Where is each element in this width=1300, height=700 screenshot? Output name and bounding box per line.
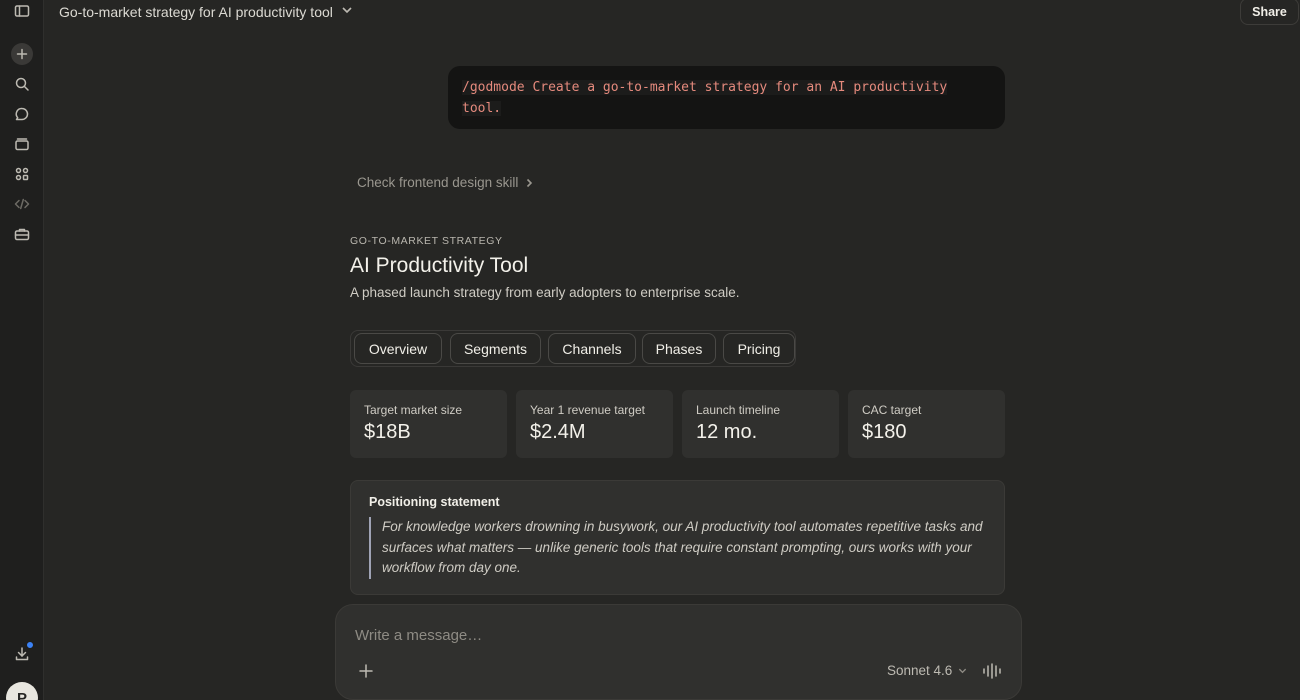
voice-input-button[interactable]	[982, 662, 1002, 680]
chevron-down-icon	[341, 3, 353, 21]
stat-label: Target market size	[364, 403, 463, 417]
model-name: Sonnet 4.6	[887, 663, 953, 678]
tab-pricing[interactable]: Pricing	[723, 333, 795, 364]
artifacts-icon[interactable]	[11, 163, 33, 185]
avatar[interactable]: P	[6, 682, 38, 700]
message-composer: Sonnet 4.6	[335, 604, 1022, 700]
projects-icon[interactable]	[11, 133, 33, 155]
add-attachment-button[interactable]	[358, 663, 374, 679]
tab-channels[interactable]: Channels	[548, 333, 636, 364]
stat-card: Launch timeline 12 mo.	[682, 390, 839, 458]
notification-dot	[26, 641, 34, 649]
chat-title-dropdown[interactable]: Go-to-market strategy for AI productivit…	[59, 3, 353, 21]
model-selector[interactable]: Sonnet 4.6	[887, 663, 967, 678]
stat-label: Year 1 revenue target	[530, 403, 645, 417]
tab-overview[interactable]: Overview	[354, 333, 442, 364]
skill-check-link[interactable]: Check frontend design skill	[357, 175, 534, 190]
sidebar: P	[0, 0, 44, 700]
stat-card: Year 1 revenue target $2.4M	[516, 390, 673, 458]
toolbox-icon[interactable]	[11, 223, 33, 245]
positioning-title: Positioning statement	[369, 495, 500, 509]
stat-value: 12 mo.	[696, 421, 758, 443]
artifact-subtitle: A phased launch strategy from early adop…	[350, 285, 740, 300]
code-icon[interactable]	[11, 193, 33, 215]
stat-value: $18B	[364, 421, 411, 443]
stat-label: Launch timeline	[696, 403, 781, 417]
share-button[interactable]: Share	[1240, 0, 1299, 25]
message-input[interactable]	[355, 627, 975, 644]
user-message: /godmode Create a go-to-market strategy …	[448, 66, 1005, 129]
positioning-card: Positioning statement For knowledge work…	[350, 480, 1005, 595]
artifact-eyebrow: GO-TO-MARKET STRATEGY	[350, 235, 503, 247]
stat-card: Target market size $18B	[350, 390, 507, 458]
chat-title: Go-to-market strategy for AI productivit…	[59, 4, 333, 20]
stat-value: $2.4M	[530, 421, 586, 443]
user-message-text: /godmode Create a go-to-market strategy …	[462, 80, 948, 116]
positioning-quote: For knowledge workers drowning in busywo…	[369, 517, 986, 579]
search-icon[interactable]	[11, 73, 33, 95]
stat-label: CAC target	[862, 403, 922, 417]
new-chat-icon[interactable]	[11, 43, 33, 65]
tab-segments[interactable]: Segments	[450, 333, 541, 364]
voice-waveform-icon	[983, 663, 1001, 679]
stat-card: CAC target $180	[848, 390, 1005, 458]
artifact-title: AI Productivity Tool	[350, 254, 529, 277]
plus-icon	[359, 664, 373, 678]
tab-bar: Overview Segments Channels Phases Pricin…	[350, 330, 796, 367]
chats-icon[interactable]	[11, 103, 33, 125]
tab-phases[interactable]: Phases	[642, 333, 716, 364]
skill-check-label: Check frontend design skill	[357, 175, 519, 190]
sidebar-toggle-icon[interactable]	[11, 0, 33, 22]
chevron-down-icon	[959, 668, 967, 674]
stat-value: $180	[862, 421, 907, 443]
chevron-right-icon	[527, 178, 533, 187]
